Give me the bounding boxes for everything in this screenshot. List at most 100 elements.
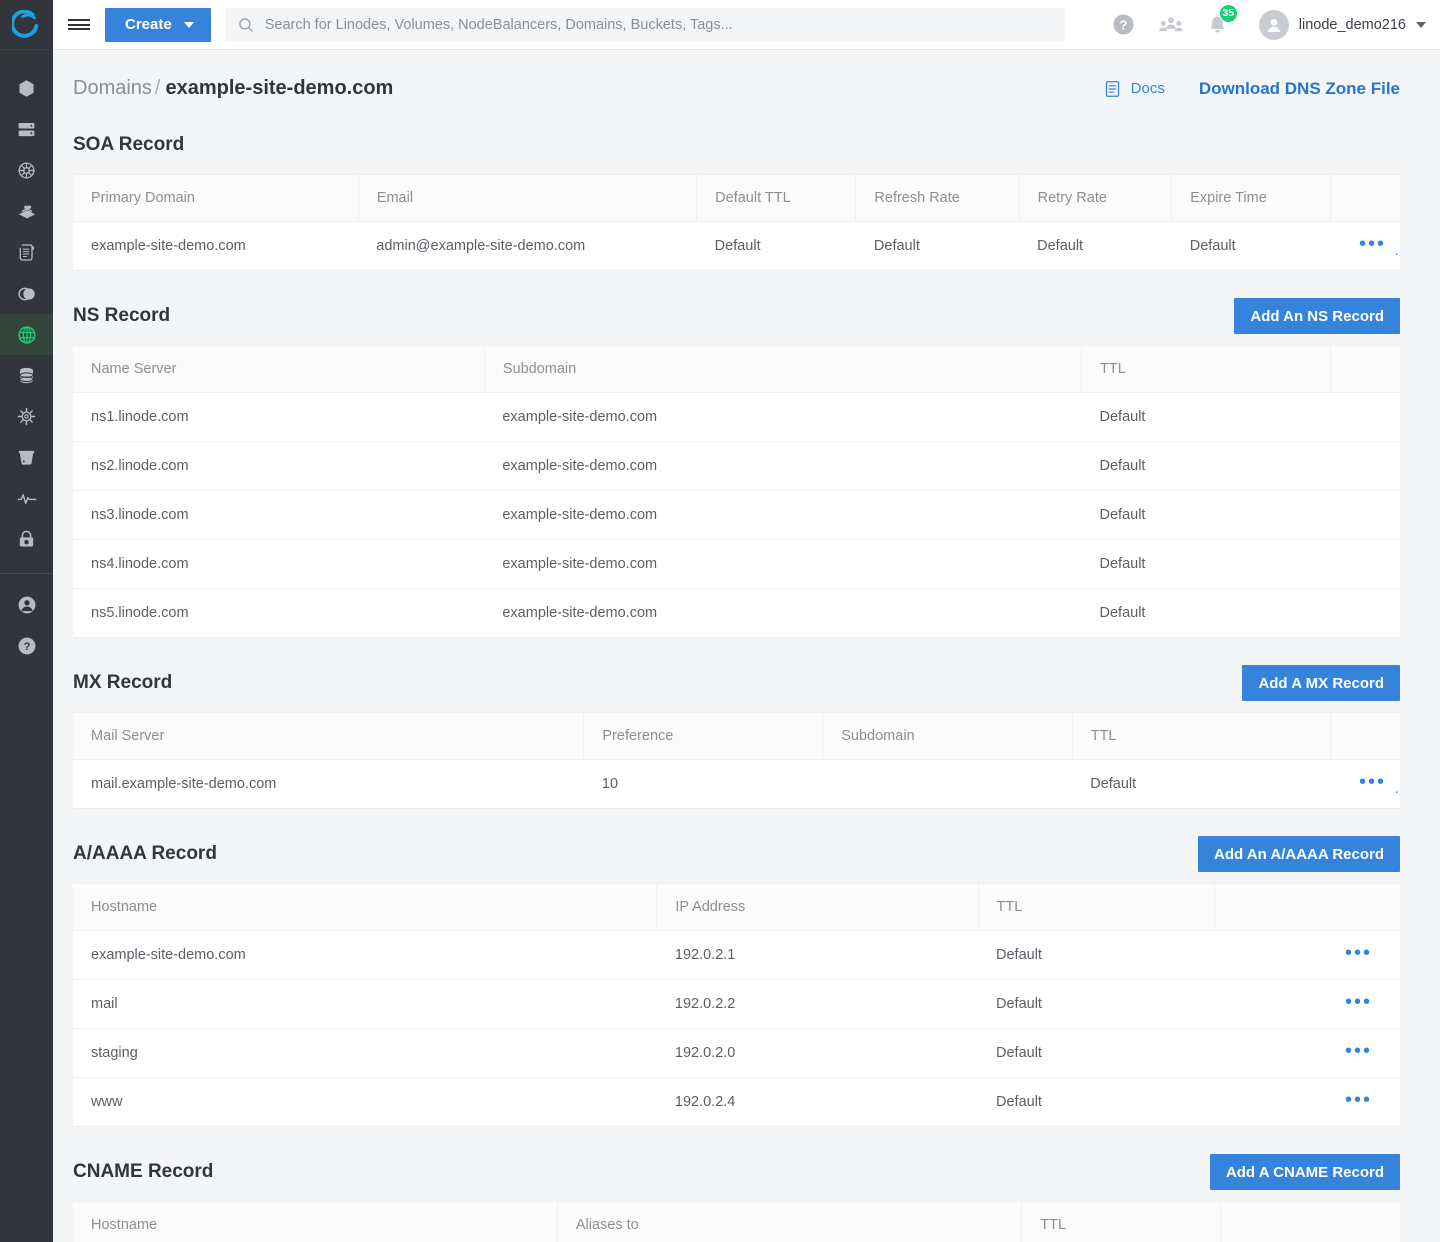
avatar-person-icon xyxy=(1263,14,1285,36)
bucket-icon xyxy=(16,447,37,468)
row-action-menu-button[interactable]: ••• xyxy=(1335,998,1380,1006)
database-icon xyxy=(16,365,37,386)
cell-actions: ••• xyxy=(1331,760,1400,809)
add-cname-record-button[interactable]: Add A CNAME Record xyxy=(1210,1154,1400,1190)
cell-ip-address: 192.0.2.2 xyxy=(657,980,978,1029)
mx-record-table: Mail Server Preference Subdomain TTL mai… xyxy=(73,712,1400,809)
cell-ttl: Default xyxy=(978,980,1214,1029)
cell-ip-address: 192.0.2.1 xyxy=(657,931,978,980)
person-icon xyxy=(16,594,38,616)
sidebar-item-object-storage[interactable] xyxy=(0,273,53,314)
table-row: mail 192.0.2.2 Default ••• xyxy=(73,980,1400,1029)
global-search[interactable] xyxy=(225,8,1065,42)
row-action-menu-button[interactable]: ••• xyxy=(1349,240,1394,248)
row-action-menu-button[interactable]: ••• xyxy=(1335,1096,1380,1104)
section-mx: MX Record Add A MX Record Mail Server Pr… xyxy=(53,665,1420,809)
section-header: NS Record Add An NS Record xyxy=(73,298,1400,334)
create-button[interactable]: Create xyxy=(105,8,211,42)
document-icon xyxy=(1103,79,1122,99)
table-row: staging 192.0.2.0 Default ••• xyxy=(73,1029,1400,1078)
scroll-icon xyxy=(16,242,37,263)
sidebar-item-kubernetes[interactable] xyxy=(0,150,53,191)
cell-name-server: ns3.linode.com xyxy=(73,491,484,540)
sidebar-item-marketplace[interactable] xyxy=(0,396,53,437)
cell-hostname: mail xyxy=(73,980,657,1029)
table-row: example-site-demo.com admin@example-site… xyxy=(73,222,1400,271)
sidebar-item-volumes[interactable] xyxy=(0,437,53,478)
logo-icon xyxy=(12,10,42,40)
docs-link[interactable]: Docs xyxy=(1103,79,1165,99)
table-row: www 192.0.2.4 Default ••• xyxy=(73,1078,1400,1127)
cell-subdomain: example-site-demo.com xyxy=(484,393,1081,442)
cell-actions: ••• xyxy=(1214,980,1400,1029)
chevron-down-icon xyxy=(184,22,194,28)
row-action-menu-button[interactable]: ••• xyxy=(1349,778,1394,786)
sidebar-item-help-support[interactable]: ? xyxy=(0,625,53,666)
search-input[interactable] xyxy=(265,17,1053,33)
sidebar-item-firewalls[interactable] xyxy=(0,519,53,560)
cell-actions xyxy=(1331,491,1400,540)
menu-toggle-button[interactable] xyxy=(53,0,105,50)
contrast-circles-icon xyxy=(16,283,38,305)
cname-record-table: Hostname Aliases to TTL xyxy=(73,1201,1400,1242)
svg-text:?: ? xyxy=(1119,17,1127,32)
cell-hostname: example-site-demo.com xyxy=(73,931,657,980)
primary-sidebar: ? xyxy=(0,0,53,1242)
kubernetes-icon xyxy=(16,160,37,181)
sidebar-item-linodes[interactable] xyxy=(0,68,53,109)
pulse-icon xyxy=(16,488,38,510)
column-header: Refresh Rate xyxy=(856,175,1019,222)
server-icon xyxy=(16,119,37,140)
table-row: ns3.linode.com example-site-demo.com Def… xyxy=(73,491,1400,540)
sidebar-item-longview[interactable] xyxy=(0,478,53,519)
sidebar-item-nodebalancers[interactable] xyxy=(0,109,53,150)
section-header: MX Record Add A MX Record xyxy=(73,665,1400,701)
cell-email: admin@example-site-demo.com xyxy=(358,222,696,271)
search-icon xyxy=(237,16,255,34)
help-circle-icon: ? xyxy=(1111,12,1136,37)
row-action-menu-button[interactable]: ••• xyxy=(1335,949,1380,957)
cell-subdomain: example-site-demo.com xyxy=(484,491,1081,540)
add-mx-record-button[interactable]: Add A MX Record xyxy=(1242,665,1400,701)
user-menu[interactable]: linode_demo216 xyxy=(1259,10,1426,40)
table-header-row: Hostname Aliases to TTL xyxy=(73,1202,1400,1242)
docs-label: Docs xyxy=(1131,80,1165,97)
sidebar-item-databases[interactable] xyxy=(0,355,53,396)
breadcrumb: Domains / example-site-demo.com Docs Dow… xyxy=(53,50,1420,100)
column-header: Subdomain xyxy=(823,713,1072,760)
breadcrumb-separator: / xyxy=(155,77,161,100)
cell-ttl: Default xyxy=(978,1078,1214,1127)
table-row: ns4.linode.com example-site-demo.com Def… xyxy=(73,540,1400,589)
cell-ttl: Default xyxy=(1082,393,1331,442)
column-header: Expire Time xyxy=(1172,175,1331,222)
download-dns-zone-file-link[interactable]: Download DNS Zone File xyxy=(1199,79,1400,99)
cell-ttl: Default xyxy=(978,931,1214,980)
cell-actions xyxy=(1331,393,1400,442)
community-button[interactable] xyxy=(1158,14,1184,36)
chevron-down-icon xyxy=(1416,22,1426,28)
akamai-linode-logo[interactable] xyxy=(0,0,53,50)
sidebar-item-account[interactable] xyxy=(0,584,53,625)
username-label: linode_demo216 xyxy=(1299,17,1406,33)
sidebar-item-stackscripts[interactable] xyxy=(0,191,53,232)
help-button[interactable]: ? xyxy=(1111,12,1136,37)
notifications-button[interactable]: 35 xyxy=(1206,13,1229,37)
column-header: TTL xyxy=(1022,1202,1221,1242)
breadcrumb-parent[interactable]: Domains xyxy=(73,77,152,100)
add-a-aaaa-record-button[interactable]: Add An A/AAAA Record xyxy=(1198,836,1400,872)
sidebar-item-domains[interactable] xyxy=(0,314,53,355)
cell-mail-server: mail.example-site-demo.com xyxy=(73,760,584,809)
table-row: ns1.linode.com example-site-demo.com Def… xyxy=(73,393,1400,442)
cell-preference: 10 xyxy=(584,760,823,809)
section-header: A/AAAA Record Add An A/AAAA Record xyxy=(73,836,1400,872)
section-title: CNAME Record xyxy=(73,1161,213,1183)
cell-ttl: Default xyxy=(1072,760,1331,809)
cell-name-server: ns5.linode.com xyxy=(73,589,484,638)
row-action-menu-button[interactable]: ••• xyxy=(1335,1047,1380,1055)
add-ns-record-button[interactable]: Add An NS Record xyxy=(1234,298,1400,334)
gear-wheel-icon xyxy=(16,406,37,427)
sidebar-item-images[interactable] xyxy=(0,232,53,273)
ns-record-table: Name Server Subdomain TTL ns1.linode.com… xyxy=(73,345,1400,638)
section-title: SOA Record xyxy=(73,134,184,156)
question-circle-icon: ? xyxy=(16,635,38,657)
